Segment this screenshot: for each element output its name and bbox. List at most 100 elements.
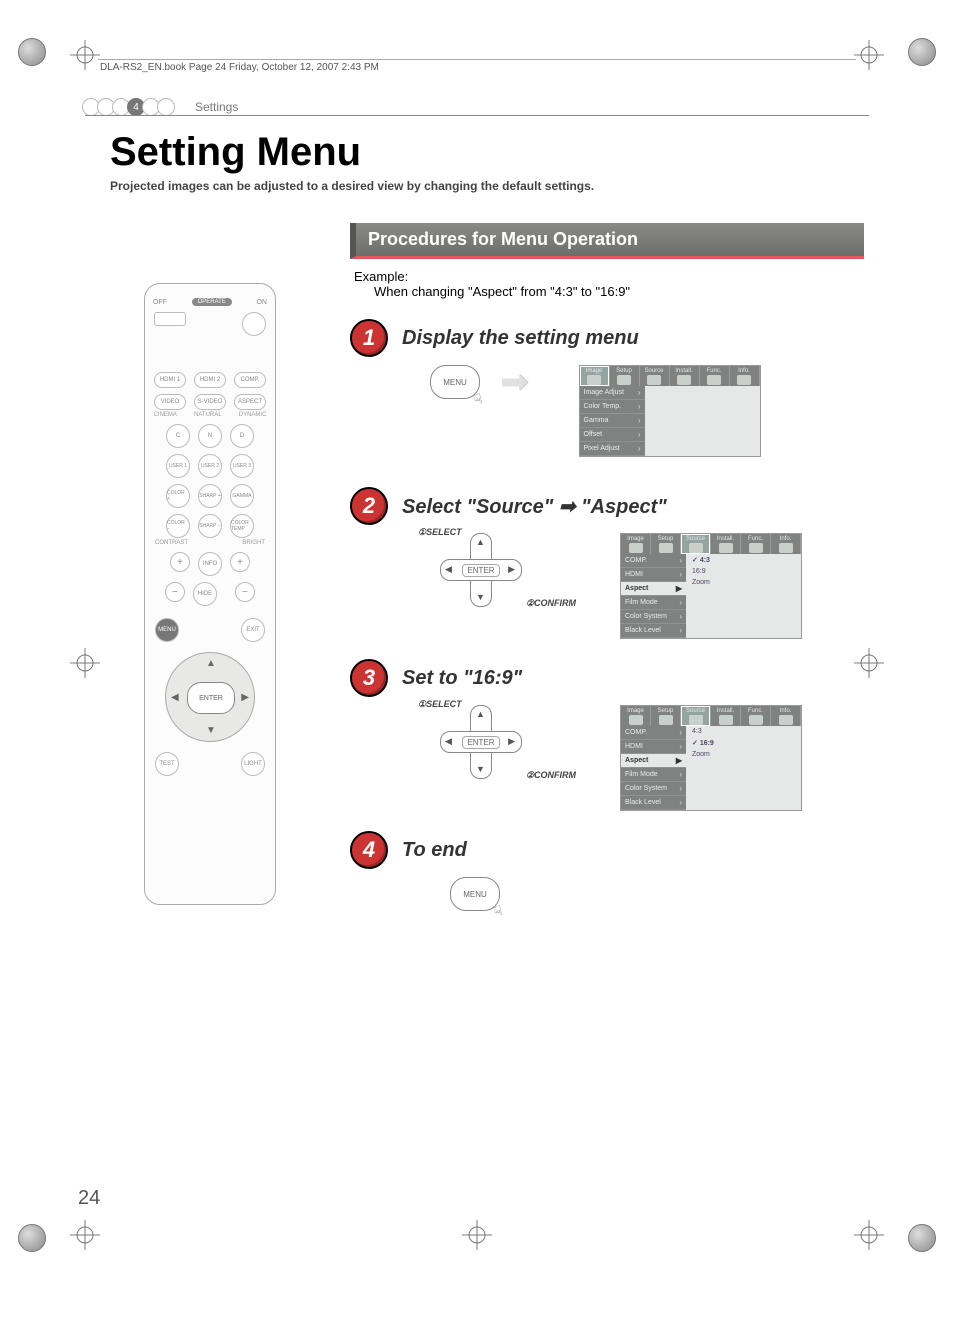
enter-dpad-icon: ENTER ▲ ▼ ◀ ▶ [440,533,520,605]
step-title-2: Select "Source" ➡ "Aspect" [402,494,667,519]
remote-dynamic-label: DYNAMIC [239,412,267,418]
breadcrumb-rule [85,115,869,116]
remote-d-button: D [230,424,254,448]
remote-illustration: OFF OPERATE ON HDMI 1 HDMI 2 COMP. [144,283,276,905]
osd-item: Black Level› [621,796,686,810]
registration-mark-icon [854,1220,884,1250]
breadcrumb-dot [157,98,175,116]
remote-colortemp-button: COLOR TEMP [230,514,254,538]
remote-bright-label: BRIGHT [242,540,265,546]
osd-tab-image: Image [621,534,651,554]
osd-option: 16:9 [686,566,801,577]
osd-preview-source-aspect-169: Image Setup Source Install. Func. Info. … [620,705,802,811]
osd-tab-func: Func. [741,534,771,554]
osd-tab-info: Info. [771,706,801,726]
arrow-left-icon: ◀ [171,692,179,703]
remote-menu-button: MENU [155,618,179,642]
header-rule [98,59,856,60]
remote-on-button [242,312,266,336]
remote-contrast-plus-button: + [170,552,190,572]
example-label: Example: [354,269,864,284]
confirm-annotation: ②CONFIRM [526,598,576,609]
remote-aspect-button: ASPECT [234,394,266,410]
remote-svideo-button: S-VIDEO [194,394,226,410]
arrow-up-icon: ▲ [206,658,216,669]
osd-item: COMP.› [621,726,686,740]
arrow-right-icon: ▶ [508,564,515,575]
arrow-down-icon: ▼ [476,764,485,774]
osd-item-selected: Aspect▶ [621,582,686,596]
pointer-hand-icon: ☟ [492,902,506,921]
remote-color-plus-button: COLOR + [166,484,190,508]
osd-preview-source-aspect: Image Setup Source Install. Func. Info. … [620,533,802,639]
remote-gamma-button: GAMMA [230,484,254,508]
registration-mark-icon [854,40,884,70]
menu-button-icon: MENU ☟ [430,365,480,399]
pointer-hand-icon: ☟ [472,390,486,409]
osd-tab-setup: Setup [610,366,640,386]
osd-option-selected: 4:3 [686,554,801,566]
remote-on-label: ON [256,299,267,306]
osd-tab-source: Source [681,534,711,554]
arrow-down-icon: ▼ [476,592,485,602]
osd-item: COMP.› [621,554,686,568]
osd-item: Color System› [621,782,686,796]
registration-mark-icon [462,1220,492,1250]
menu-button-icon: MENU ☟ [450,877,500,911]
osd-item: Color System› [621,610,686,624]
page-title: Setting Menu [110,130,864,175]
arrow-right-icon: ▶ [508,736,515,747]
remote-cinema-label: CINEMA [154,412,177,418]
book-header: DLA-RS2_EN.book Page 24 Friday, October … [100,62,379,73]
print-corner-mark [18,1224,46,1252]
osd-option: Zoom [686,577,801,588]
arrow-up-icon: ▲ [476,709,485,719]
remote-c-button: C [166,424,190,448]
section-header: Procedures for Menu Operation [350,223,864,259]
remote-contrast-minus-button: − [165,582,185,602]
remote-n-button: N [198,424,222,448]
osd-tab-func: Func. [700,366,730,386]
example-desc: When changing "Aspect" from "4:3" to "16… [374,284,864,299]
registration-mark-icon [70,648,100,678]
enter-dpad-icon: ENTER ▲ ▼ ◀ ▶ [440,705,520,777]
remote-user1-button: USER 1 [166,454,190,478]
remote-enter-button: ENTER [187,682,235,714]
osd-item: Film Mode› [621,596,686,610]
osd-tab-info: Info. [730,366,760,386]
osd-item: Offset› [580,428,645,442]
osd-tab-func: Func. [741,706,771,726]
registration-mark-icon [70,40,100,70]
remote-user2-button: USER 2 [198,454,222,478]
osd-preview-image-tab: Image Setup Source Install. Func. Info. … [579,365,761,457]
remote-sharp-plus-button: SHARP + [198,484,222,508]
osd-item: Film Mode› [621,768,686,782]
confirm-annotation: ②CONFIRM [526,770,576,781]
remote-operate-label: OPERATE [192,298,232,306]
step-badge-4: 4 [350,831,388,869]
osd-tab-source: Source [681,706,711,726]
arrow-right-icon: ▶ [241,692,249,703]
osd-tab-install: Install. [711,534,741,554]
page-number: 24 [78,1187,100,1210]
osd-item: Pixel Adjust› [580,442,645,456]
remote-comp-button: COMP. [234,372,266,388]
osd-tab-install: Install. [670,366,700,386]
arrow-left-icon: ◀ [445,564,452,575]
remote-hdmi2-button: HDMI 2 [194,372,226,388]
print-corner-mark [908,1224,936,1252]
remote-hdmi1-button: HDMI 1 [154,372,186,388]
remote-exit-button: EXIT [241,618,265,642]
page-subtitle: Projected images can be adjusted to a de… [110,179,864,193]
remote-off-button [154,312,186,326]
remote-user3-button: USER 3 [230,454,254,478]
remote-contrast-label: CONTRAST [155,540,188,546]
remote-natural-label: NATURAL [194,412,222,418]
osd-tab-install: Install. [711,706,741,726]
arrow-left-icon: ◀ [445,736,452,747]
osd-tab-image: Image [580,366,610,386]
remote-hide-button: HIDE [193,582,217,606]
step-badge-2: 2 [350,487,388,525]
osd-option: 4:3 [686,726,801,737]
osd-item: Image Adjust› [580,386,645,400]
